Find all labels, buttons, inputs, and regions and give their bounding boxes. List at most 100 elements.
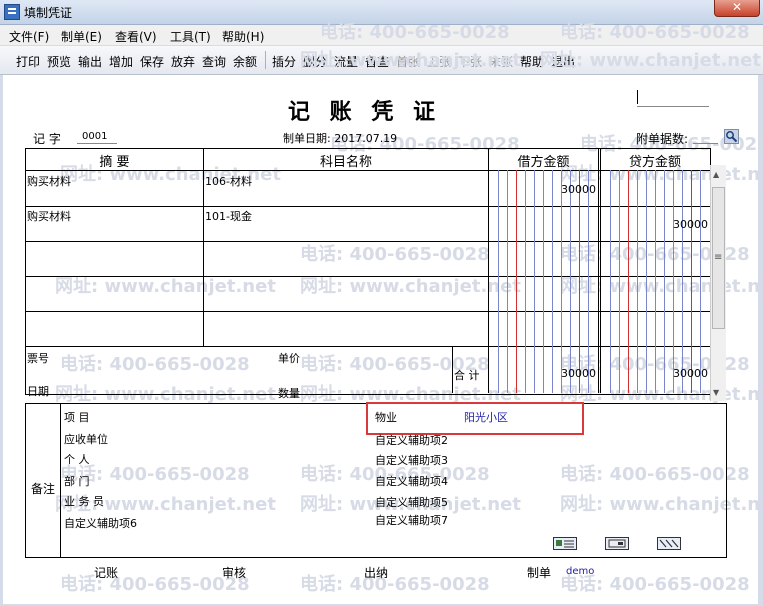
aux-custom-6[interactable]: 自定义辅助项6 xyxy=(64,515,137,531)
digit-line xyxy=(673,170,674,393)
aux-custom-2[interactable]: 自定义辅助项2 xyxy=(375,432,448,448)
balance-button[interactable]: 余额 xyxy=(233,53,257,70)
digit-line xyxy=(655,170,656,393)
header-account: 科目名称 xyxy=(319,155,372,170)
total-label: 合 计 xyxy=(454,369,480,382)
voucher-date[interactable]: 制单日期: 2017.07.19 xyxy=(283,130,397,146)
attachment-count-input[interactable] xyxy=(693,143,718,144)
attachment-count-label: 附单据数: xyxy=(636,132,689,146)
digit-line xyxy=(498,170,499,393)
prev-voucher-button[interactable]: 上张 xyxy=(427,53,451,70)
digit-line xyxy=(525,170,526,393)
app-icon xyxy=(4,4,20,20)
aux-custom-5[interactable]: 自定义辅助项5 xyxy=(375,494,448,510)
print-button[interactable]: 打印 xyxy=(16,53,40,70)
header-debit: 借方金额 xyxy=(517,155,570,170)
digit-line xyxy=(664,170,665,393)
date-label: 日期 xyxy=(27,385,49,398)
total-debit: 30000 xyxy=(561,367,596,380)
digit-line xyxy=(534,170,535,393)
cashflow-button[interactable]: 流量 xyxy=(334,53,358,70)
entry-grid xyxy=(25,148,711,395)
voucher-number[interactable]: 0001 xyxy=(82,131,107,142)
query-button[interactable]: 查询 xyxy=(202,53,226,70)
discard-button[interactable]: 放弃 xyxy=(171,53,195,70)
grid-line xyxy=(600,148,601,393)
voucher-type-label: 记 字 xyxy=(33,132,61,146)
next-voucher-button[interactable]: 下张 xyxy=(458,53,482,70)
row-summary[interactable]: 购买材料 xyxy=(27,173,71,189)
aux-salesperson[interactable]: 业 务 员 xyxy=(64,493,104,509)
grid-view-icon[interactable] xyxy=(657,537,681,550)
row-account[interactable]: 101-现金 xyxy=(205,208,252,224)
help-button[interactable]: 帮助 xyxy=(520,53,544,70)
menu-file[interactable]: 文件(F) xyxy=(9,28,49,45)
grid-line xyxy=(452,346,453,393)
save-button[interactable]: 保存 xyxy=(140,53,164,70)
total-credit: 30000 xyxy=(673,367,708,380)
exit-button[interactable]: 退出 xyxy=(551,53,575,70)
search-icon[interactable] xyxy=(724,129,739,144)
voucher-top-right-field[interactable] xyxy=(637,106,709,107)
voucher-number-underline xyxy=(77,143,117,144)
menu-help[interactable]: 帮助(H) xyxy=(222,28,264,45)
digit-line xyxy=(588,170,589,393)
grid-line xyxy=(488,148,489,393)
grid-line xyxy=(26,276,710,277)
ledger-icon[interactable] xyxy=(553,537,577,550)
ticket-label: 票号 xyxy=(27,352,49,365)
unit-price-label: 单价 xyxy=(278,352,300,365)
aux-person[interactable]: 个 人 xyxy=(64,451,90,467)
digit-line xyxy=(610,170,611,393)
text-cursor xyxy=(637,90,638,104)
digit-line xyxy=(682,170,683,393)
row-account[interactable]: 106-材料 xyxy=(205,173,252,189)
aux-custom-7[interactable]: 自定义辅助项7 xyxy=(375,512,448,528)
export-button[interactable]: 输出 xyxy=(78,53,102,70)
remarks-divider xyxy=(60,403,61,557)
digit-line xyxy=(552,170,553,393)
digit-line xyxy=(579,170,580,393)
delete-entry-button[interactable]: 删分 xyxy=(303,53,327,70)
digit-line xyxy=(637,170,638,393)
menu-make[interactable]: 制单(E) xyxy=(61,28,102,45)
memo-button[interactable]: 备查 xyxy=(365,53,389,70)
aux-project[interactable]: 项 目 xyxy=(64,409,90,425)
header-credit: 贷方金额 xyxy=(628,155,681,170)
scroll-down-icon[interactable]: ▼ xyxy=(713,388,719,397)
first-voucher-button[interactable]: 首张 xyxy=(396,53,420,70)
menu-view[interactable]: 查看(V) xyxy=(115,28,157,45)
card-icon[interactable] xyxy=(605,537,629,550)
maker-name: demo xyxy=(566,566,595,577)
remarks-label: 备注 xyxy=(31,482,56,496)
aux-receivable-unit[interactable]: 应收单位 xyxy=(64,431,108,447)
bookkeeping-label: 记账 xyxy=(94,566,119,580)
row-credit[interactable]: 30000 xyxy=(650,218,708,231)
aux-custom-4[interactable]: 自定义辅助项4 xyxy=(375,473,448,489)
digit-line xyxy=(619,170,620,393)
digit-line xyxy=(516,170,517,393)
last-voucher-button[interactable]: 末张 xyxy=(489,53,513,70)
digit-line xyxy=(691,170,692,393)
row-summary[interactable]: 购买材料 xyxy=(27,208,71,224)
preview-button[interactable]: 预览 xyxy=(47,53,71,70)
grid-line xyxy=(26,311,710,312)
review-label: 审核 xyxy=(222,566,247,580)
grid-line xyxy=(26,241,710,242)
aux-property-label: 物业 xyxy=(375,411,397,424)
close-button[interactable]: ✕ xyxy=(714,0,760,17)
aux-department[interactable]: 部 门 xyxy=(64,473,90,489)
quantity-label: 数量 xyxy=(278,387,300,400)
add-button[interactable]: 增加 xyxy=(109,53,133,70)
row-debit[interactable]: 30000 xyxy=(540,183,596,196)
scroll-up-icon[interactable]: ▲ xyxy=(713,170,719,179)
aux-custom-3[interactable]: 自定义辅助项3 xyxy=(375,452,448,468)
grid-line xyxy=(26,346,710,347)
toolbar-separator xyxy=(265,51,266,69)
digit-line xyxy=(570,170,571,393)
aux-property-value[interactable]: 阳光小区 xyxy=(464,409,508,425)
digit-line xyxy=(543,170,544,393)
menu-tools[interactable]: 工具(T) xyxy=(170,28,211,45)
digit-line xyxy=(628,170,629,393)
insert-entry-button[interactable]: 插分 xyxy=(272,53,296,70)
